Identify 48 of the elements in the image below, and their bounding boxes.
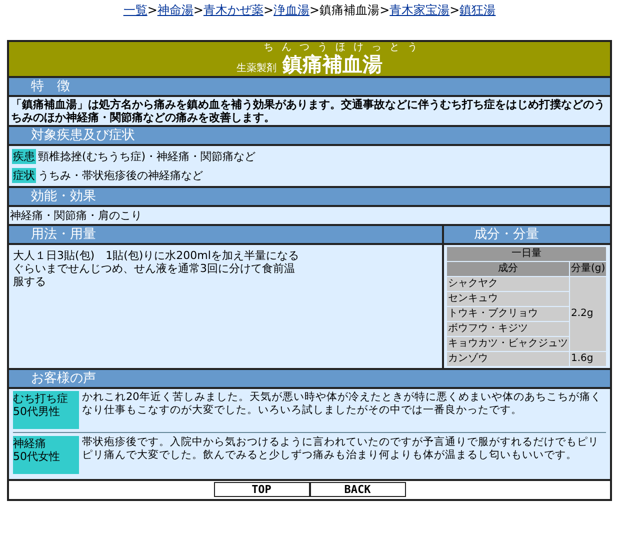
table-cell: 1.6g xyxy=(570,352,606,366)
table-cell: シャクヤク xyxy=(447,277,569,291)
section-heading: お客様の声 xyxy=(9,370,610,389)
dosage-text: 大人１日3貼(包) 1貼(包)りに水200mlを加え半量になるぐらいまでせんじつめ、せん液を通常3回に分けて食前温服する xyxy=(13,249,300,288)
column-header: 分量(g) xyxy=(570,262,606,276)
breadcrumb-separator: > xyxy=(380,3,390,17)
breadcrumb-separator: > xyxy=(193,3,204,17)
target-text: うちみ・帯状疱疹後の神経痛など xyxy=(38,168,203,183)
category-tag: 症状 xyxy=(12,168,36,183)
table-cell: 2.2g xyxy=(570,277,606,351)
testimonial-text: 帯状疱疹後です。入院中から気おつけるように言われていたのですが予言通りで服がすれるだけでもピリピリ痛んで大変でした。飲んでみると少しずつ痛みも治まり何よりも体が温まるし匂いもいいです。 xyxy=(82,436,600,463)
breadcrumb-link[interactable]: 青木かぜ薬 xyxy=(203,3,264,17)
table-cell: ボウフウ・キジツ xyxy=(447,322,569,336)
table-caption: 一日量 xyxy=(447,247,606,261)
breadcrumb-current: 鎮痛補血湯 xyxy=(320,3,380,17)
breadcrumb-link[interactable]: 一覧 xyxy=(123,3,148,17)
section-heading: 対象疾患及び症状 xyxy=(9,127,610,146)
breadcrumb-separator: > xyxy=(147,3,158,17)
customer-condition: むち打ち症 xyxy=(13,392,69,405)
customer-age: 50代女性 xyxy=(13,450,61,463)
table-cell: センキュウ xyxy=(447,292,569,306)
customer-condition: 神経痛 xyxy=(13,437,47,450)
customer-age: 50代男性 xyxy=(13,405,61,418)
table-cell: キョウカツ・ビャクジュツ xyxy=(447,337,569,351)
breadcrumb-link[interactable]: 青木家宝湯 xyxy=(390,3,450,17)
nav-button[interactable]: BACK xyxy=(310,482,406,497)
features-text: 「鎮痛補血湯」は処方名から痛みを鎮め血を補う効果があります。交通事故などに伴うむち打ち症をはじめ打撲などのうちみのほか神経痛・関節痛などの痛みを改善します。 xyxy=(10,97,606,125)
breadcrumb-link[interactable]: 神命湯 xyxy=(157,3,194,17)
breadcrumb-link[interactable]: 浄血湯 xyxy=(274,3,310,17)
section-heading: 特 徴 xyxy=(9,78,610,97)
breadcrumb-link[interactable]: 鎮狂湯 xyxy=(460,3,496,17)
breadcrumb-separator: > xyxy=(263,3,274,17)
column-header: 成分 xyxy=(447,262,569,276)
title-prefix: 生薬製剤 xyxy=(236,62,276,75)
category-tag: 疾患 xyxy=(12,149,36,164)
breadcrumb-separator: > xyxy=(310,3,320,17)
section-heading: 効能・効果 xyxy=(9,188,610,207)
target-text: 頸椎捻挫(むちうち症)・神経痛・関節痛など xyxy=(38,149,256,164)
table-cell: トウキ・ブクリョウ xyxy=(447,307,569,321)
section-heading: 用法・用量 xyxy=(9,226,442,245)
breadcrumb-separator: > xyxy=(450,3,460,17)
section-heading: 成分・分量 xyxy=(444,226,610,245)
testimonial-text: かれこれ20年近く苦しみました。天気が悪い時や体が冷えたときが特に悪くめまいや体のあちこちが痛くなり仕事もこなすのが大変でした。いろいろ試しましたがその中では一番良かったです。 xyxy=(82,391,602,418)
effects-text: 神経痛・関節痛・肩のこり xyxy=(9,208,143,224)
nav-button[interactable]: TOP xyxy=(214,482,310,497)
product-title: 鎮痛補血湯 xyxy=(282,53,382,75)
table-cell: カンゾウ xyxy=(447,352,569,366)
title-reading: ちんつうほけっとう xyxy=(264,42,426,53)
